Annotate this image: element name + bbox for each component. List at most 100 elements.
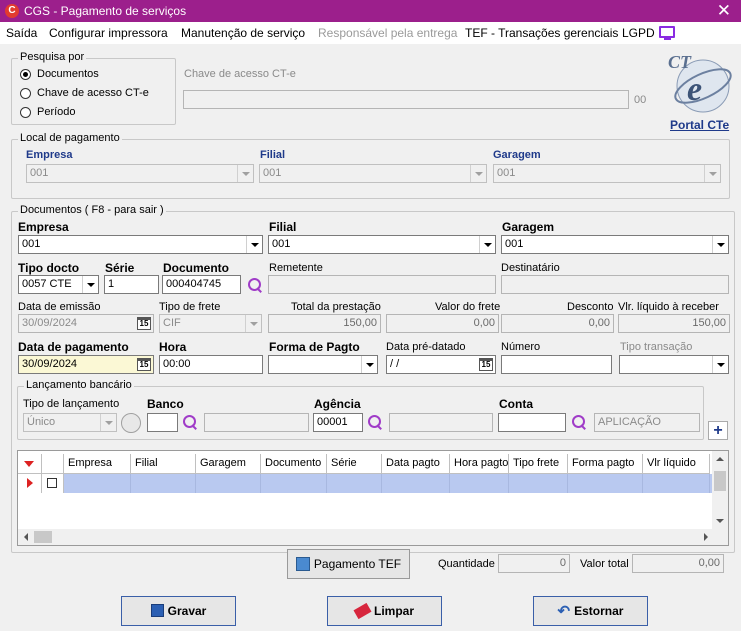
tipo-docto-label: Tipo docto [18,261,80,275]
scroll-down-icon[interactable] [716,519,724,523]
menu-item-manutencao-servico[interactable]: Manutenção de serviço [181,26,305,40]
pagamento-tef-label: Pagamento TEF [313,557,402,571]
grid-col-tipo-frete[interactable]: Tipo frete [509,454,568,474]
radio-periodo[interactable] [20,107,31,118]
chevron-down-icon [246,236,262,253]
close-icon[interactable]: ✕ [717,1,731,21]
doc-garagem-select[interactable]: 001 [501,235,729,254]
table-row[interactable] [18,474,714,493]
row-divider [449,474,450,493]
desconto-label: Desconto [567,301,614,313]
valor-frete-value: 0,00 [386,314,499,333]
scroll-left-icon[interactable] [24,533,28,541]
pagamento-tef-button[interactable]: Pagamento TEF [287,549,410,579]
tipo-transacao-select[interactable] [619,355,729,374]
undo-icon: ↶ [557,602,571,620]
doc-garagem-label: Garagem [502,220,555,234]
documento-label: Documento [163,261,229,275]
calendar-pre-datado-icon[interactable]: 15 [479,358,493,371]
grid-col-empresa[interactable]: Empresa [64,454,131,474]
grid-col-forma-pagto[interactable]: Forma pagto [568,454,643,474]
calendar-emissao-icon[interactable]: 15 [137,317,151,330]
menu-item-configurar-impressora[interactable]: Configurar impressora [49,26,168,40]
add-lancamento-button[interactable]: + [708,421,728,440]
banco-label: Banco [147,397,184,411]
window-title: CGS - Pagamento de serviços [24,4,187,18]
limpar-label: Limpar [373,604,414,618]
radio-documentos-label: Documentos [37,68,99,80]
radio-chave-acesso[interactable] [20,88,31,99]
menu-bar: Saída Configurar impressora Manutenção d… [0,22,741,44]
doc-empresa-value: 001 [22,238,41,250]
tipo-docto-select[interactable]: 0057 CTE [18,275,99,294]
local-filial-label: Filial [260,149,286,161]
menu-item-responsavel-entrega: Responsável pela entrega [318,26,458,40]
liquido-value: 150,00 [618,314,730,333]
pre-datado-label: Data pré-datado [386,341,466,353]
numero-input[interactable] [501,355,612,374]
menu-item-saida[interactable]: Saída [6,26,37,40]
destinatario-input [501,275,729,294]
scroll-right-icon[interactable] [704,533,708,541]
menu-item-tef[interactable]: TEF - Transações gerenciais [465,26,618,40]
grid-menu-button[interactable] [18,454,42,474]
hscroll-thumb[interactable] [34,531,52,543]
tipo-lancamento-select: Único [23,413,117,432]
forma-pagto-select[interactable] [268,355,378,374]
chevron-down-icon [100,414,116,431]
total-prestacao-value: 150,00 [268,314,381,333]
grid-col-garagem[interactable]: Garagem [196,454,261,474]
search-conta-icon[interactable] [571,414,587,430]
hora-label: Hora [159,340,187,354]
grid-col-hora-pagto[interactable]: Hora pagto [450,454,509,474]
horizontal-scrollbar[interactable] [18,529,728,545]
search-documento-icon[interactable] [247,277,263,293]
calendar-pagamento-icon[interactable]: 15 [137,358,151,371]
local-pagamento-title: Local de pagamento [18,132,122,144]
search-agencia-icon[interactable] [367,414,383,430]
grid-col-documento[interactable]: Documento [261,454,327,474]
hora-input[interactable]: 00:00 [159,355,263,374]
total-prestacao-label: Total da prestação [291,301,381,313]
doc-filial-select[interactable]: 001 [268,235,496,254]
row-checkbox[interactable] [47,478,57,488]
chave-acesso-dv: 00 [634,94,647,106]
doc-empresa-select[interactable]: 001 [18,235,263,254]
banco-input[interactable] [147,413,178,432]
scroll-up-icon[interactable] [716,457,724,461]
vertical-scrollbar[interactable] [712,451,728,529]
search-banco-icon[interactable] [182,414,198,430]
title-bar: C CGS - Pagamento de serviços ✕ [0,0,741,22]
scroll-thumb[interactable] [714,471,726,491]
gravar-button[interactable]: Gravar [121,596,236,626]
local-empresa-select[interactable]: 001 [26,164,254,183]
radio-documentos[interactable] [20,69,31,80]
gear-icon[interactable] [121,413,141,433]
data-pagamento-input[interactable]: 30/09/2024 [18,355,154,374]
portal-cte-link[interactable]: Portal CTe [670,118,729,132]
monitor-icon[interactable] [659,26,675,40]
grid-col-serie[interactable]: Série [327,454,382,474]
grid-col-data-pagto[interactable]: Data pagto [382,454,450,474]
chave-acesso-input[interactable] [183,90,629,109]
serie-input[interactable]: 1 [104,275,159,294]
documentos-title: Documentos ( F8 - para sair ) [18,204,166,216]
estornar-button[interactable]: ↶ Estornar [533,596,648,626]
data-pagamento-label: Data de pagamento [18,340,129,354]
cte-logo-icon[interactable]: CT e [663,50,735,116]
valor-total-value: 0,00 [632,554,724,573]
row-check-cell [42,474,64,493]
local-empresa-label: Empresa [26,149,73,161]
save-icon [150,604,164,618]
local-garagem-select[interactable]: 001 [493,164,721,183]
local-filial-select[interactable]: 001 [259,164,487,183]
grid-col-filial[interactable]: Filial [131,454,196,474]
tipo-transacao-label: Tipo transação [620,341,693,353]
agencia-input[interactable]: 00001 [313,413,363,432]
grid-col-vlr-liquido[interactable]: Vlr líquido [643,454,710,474]
menu-item-lgpd[interactable]: LGPD [622,26,655,40]
limpar-button[interactable]: Limpar [327,596,442,626]
conta-input[interactable] [498,413,566,432]
documento-input[interactable]: 000404745 [162,275,241,294]
frete-label: Tipo de frete [159,301,221,313]
